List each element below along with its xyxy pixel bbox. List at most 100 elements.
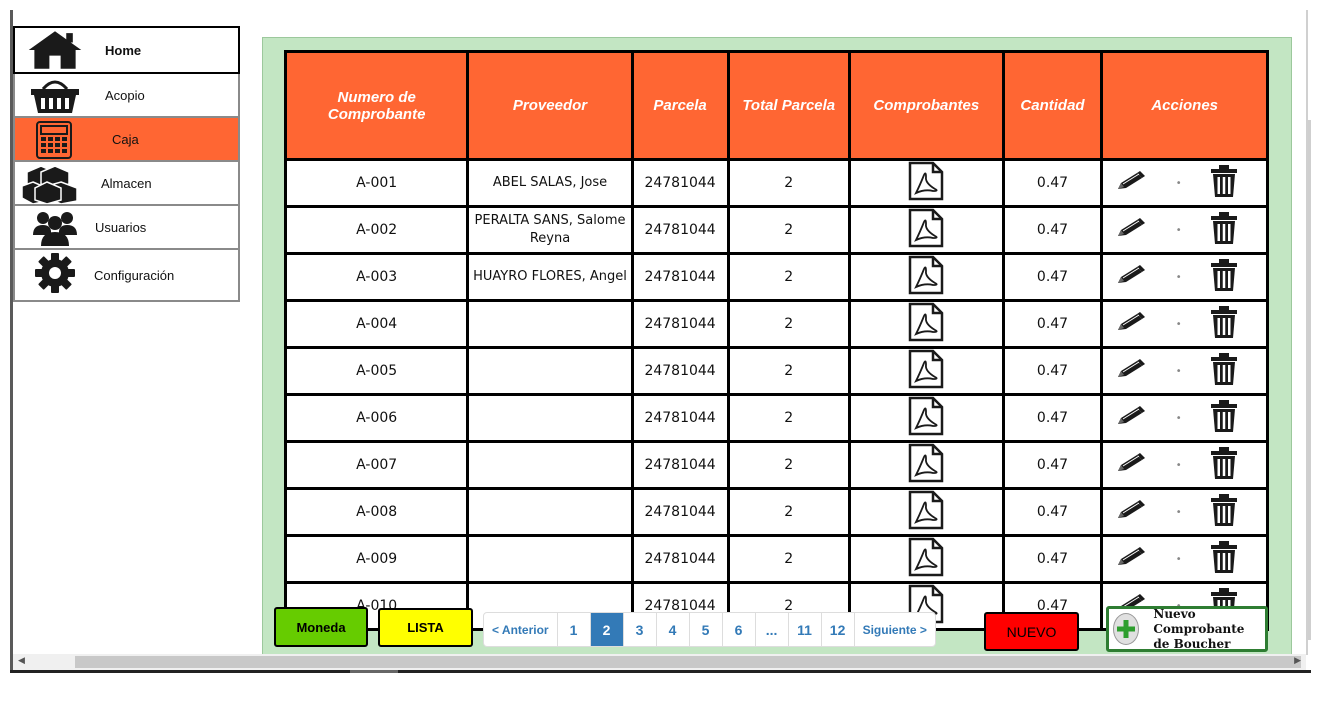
scroll-right-arrow-icon[interactable]: ▶ [1294,655,1301,666]
edit-pencil-icon[interactable] [1115,170,1147,196]
cell-total-parcela: 2 [726,534,851,584]
sidebar-item-home[interactable]: Home [13,26,240,74]
pagination-prev-link[interactable]: < Anterior [484,613,558,646]
delete-trash-icon[interactable] [1210,446,1238,484]
pagination-page-12[interactable]: 12 [822,613,855,646]
delete-trash-icon[interactable] [1210,399,1238,437]
cell-acciones: • [1100,440,1269,490]
delete-trash-icon[interactable] [1210,211,1238,249]
column-header-numero[interactable]: Numero de Comprobante [283,50,470,161]
pagination: < Anterior 1 2 3 4 5 6 ... 11 12 Siguien… [483,612,936,647]
table-row[interactable]: A-008 24781044 2 0.47 • [283,487,1269,537]
delete-trash-icon[interactable] [1210,305,1238,343]
nuevo-comprobante-boucher-button[interactable]: Nuevo Comprobante de Boucher [1106,606,1268,652]
column-header-cantidad[interactable]: Cantidad [1001,50,1104,161]
cell-numero: A-001 [283,158,470,208]
delete-trash-icon[interactable] [1210,164,1238,202]
cell-cantidad: 0.47 [1001,534,1104,584]
delete-trash-icon[interactable] [1210,493,1238,531]
cell-total-parcela: 2 [726,158,851,208]
vertical-scrollbar[interactable] [1308,120,1311,640]
delete-trash-icon[interactable] [1210,258,1238,296]
edit-pencil-icon[interactable] [1115,499,1147,525]
column-header-parcela[interactable]: Parcela [630,50,730,161]
table-row[interactable]: A-009 24781044 2 0.47 • [283,534,1269,584]
cell-total-parcela: 2 [726,440,851,490]
cell-cantidad: 0.47 [1001,205,1104,255]
pdf-icon[interactable] [907,255,945,299]
table-row[interactable]: A-003 HUAYRO FLORES, Angel 24781044 2 0.47 • [283,252,1269,302]
nuevo-button[interactable]: NUEVO [984,612,1079,651]
pdf-icon[interactable] [907,349,945,393]
column-header-acciones: Acciones [1100,50,1269,161]
boucher-label-line2: de Boucher [1153,636,1231,651]
horizontal-scrollbar-thumb[interactable] [75,656,1301,668]
cell-proveedor [466,534,634,584]
edit-pencil-icon[interactable] [1115,405,1147,431]
edit-pencil-icon[interactable] [1115,264,1147,290]
column-header-total-parcela[interactable]: Total Parcela [726,50,851,161]
cell-cantidad: 0.47 [1001,393,1104,443]
edit-pencil-icon[interactable] [1115,358,1147,384]
pdf-icon[interactable] [907,490,945,534]
pagination-page-11[interactable]: 11 [789,613,822,646]
pdf-icon[interactable] [907,208,945,252]
cell-proveedor [466,346,634,396]
cell-numero: A-009 [283,534,470,584]
pagination-ellipsis: ... [756,613,789,646]
separator-dot: • [1175,506,1182,518]
cell-numero: A-002 [283,205,470,255]
separator-dot: • [1175,318,1182,330]
pagination-page-3[interactable]: 3 [624,613,657,646]
separator-dot: • [1175,271,1182,283]
pagination-page-2[interactable]: 2 [590,613,624,646]
pagination-page-4[interactable]: 4 [657,613,690,646]
sidebar-item-label: Almacen [101,175,152,191]
sidebar-item-label: Configuración [94,267,175,283]
pdf-icon[interactable] [907,396,945,440]
edit-pencil-icon[interactable] [1115,546,1147,572]
table-row[interactable]: A-007 24781044 2 0.47 • [283,440,1269,490]
edit-pencil-icon[interactable] [1115,217,1147,243]
pdf-icon[interactable] [907,302,945,346]
horizontal-scrollbar[interactable]: ◀ ▶ [13,654,1306,670]
table-row[interactable]: A-004 24781044 2 0.47 • [283,299,1269,349]
pdf-icon[interactable] [907,161,945,205]
cell-proveedor [466,393,634,443]
sidebar-item-configuracion[interactable]: Configuración [13,250,240,302]
scroll-left-arrow-icon[interactable]: ◀ [18,655,25,666]
table-row[interactable]: A-005 24781044 2 0.47 • [283,346,1269,396]
column-header-proveedor[interactable]: Proveedor [466,50,634,161]
boucher-label-line1: Nuevo Comprobante [1153,606,1245,636]
users-icon [25,208,85,248]
lista-button[interactable]: LISTA [378,608,473,647]
basket-icon [25,76,85,116]
pdf-icon[interactable] [907,443,945,487]
pagination-next-link[interactable]: Siguiente > [855,613,935,646]
sidebar-item-caja[interactable]: Caja [13,118,240,162]
cell-total-parcela: 2 [726,252,851,302]
cell-parcela: 24781044 [630,252,730,302]
delete-trash-icon[interactable] [1210,540,1238,578]
pagination-page-1[interactable]: 1 [558,613,591,646]
cell-parcela: 24781044 [630,299,730,349]
pdf-icon[interactable] [907,537,945,581]
moneda-button[interactable]: Moneda [274,607,368,647]
table-header-row: Numero de Comprobante Proveedor Parcela … [283,50,1269,161]
delete-trash-icon[interactable] [1210,352,1238,390]
cell-parcela: 24781044 [630,534,730,584]
sidebar-item-almacen[interactable]: Almacen [13,162,240,206]
sidebar-item-acopio[interactable]: Acopio [13,74,240,118]
edit-pencil-icon[interactable] [1115,452,1147,478]
cell-proveedor [466,487,634,537]
table-row[interactable]: A-001 ABEL SALAS, Jose 24781044 2 0.47 • [283,158,1269,208]
table-row[interactable]: A-002 PERALTA SANS, Salome Reyna 24781044 2… [283,205,1269,255]
sidebar-item-usuarios[interactable]: Usuarios [13,206,240,250]
edit-pencil-icon[interactable] [1115,311,1147,337]
cell-cantidad: 0.47 [1001,487,1104,537]
pagination-page-6[interactable]: 6 [723,613,756,646]
table-row[interactable]: A-006 24781044 2 0.47 • [283,393,1269,443]
pagination-page-5[interactable]: 5 [690,613,723,646]
cell-total-parcela: 2 [726,299,851,349]
column-header-comprobantes[interactable]: Comprobantes [847,50,1005,161]
